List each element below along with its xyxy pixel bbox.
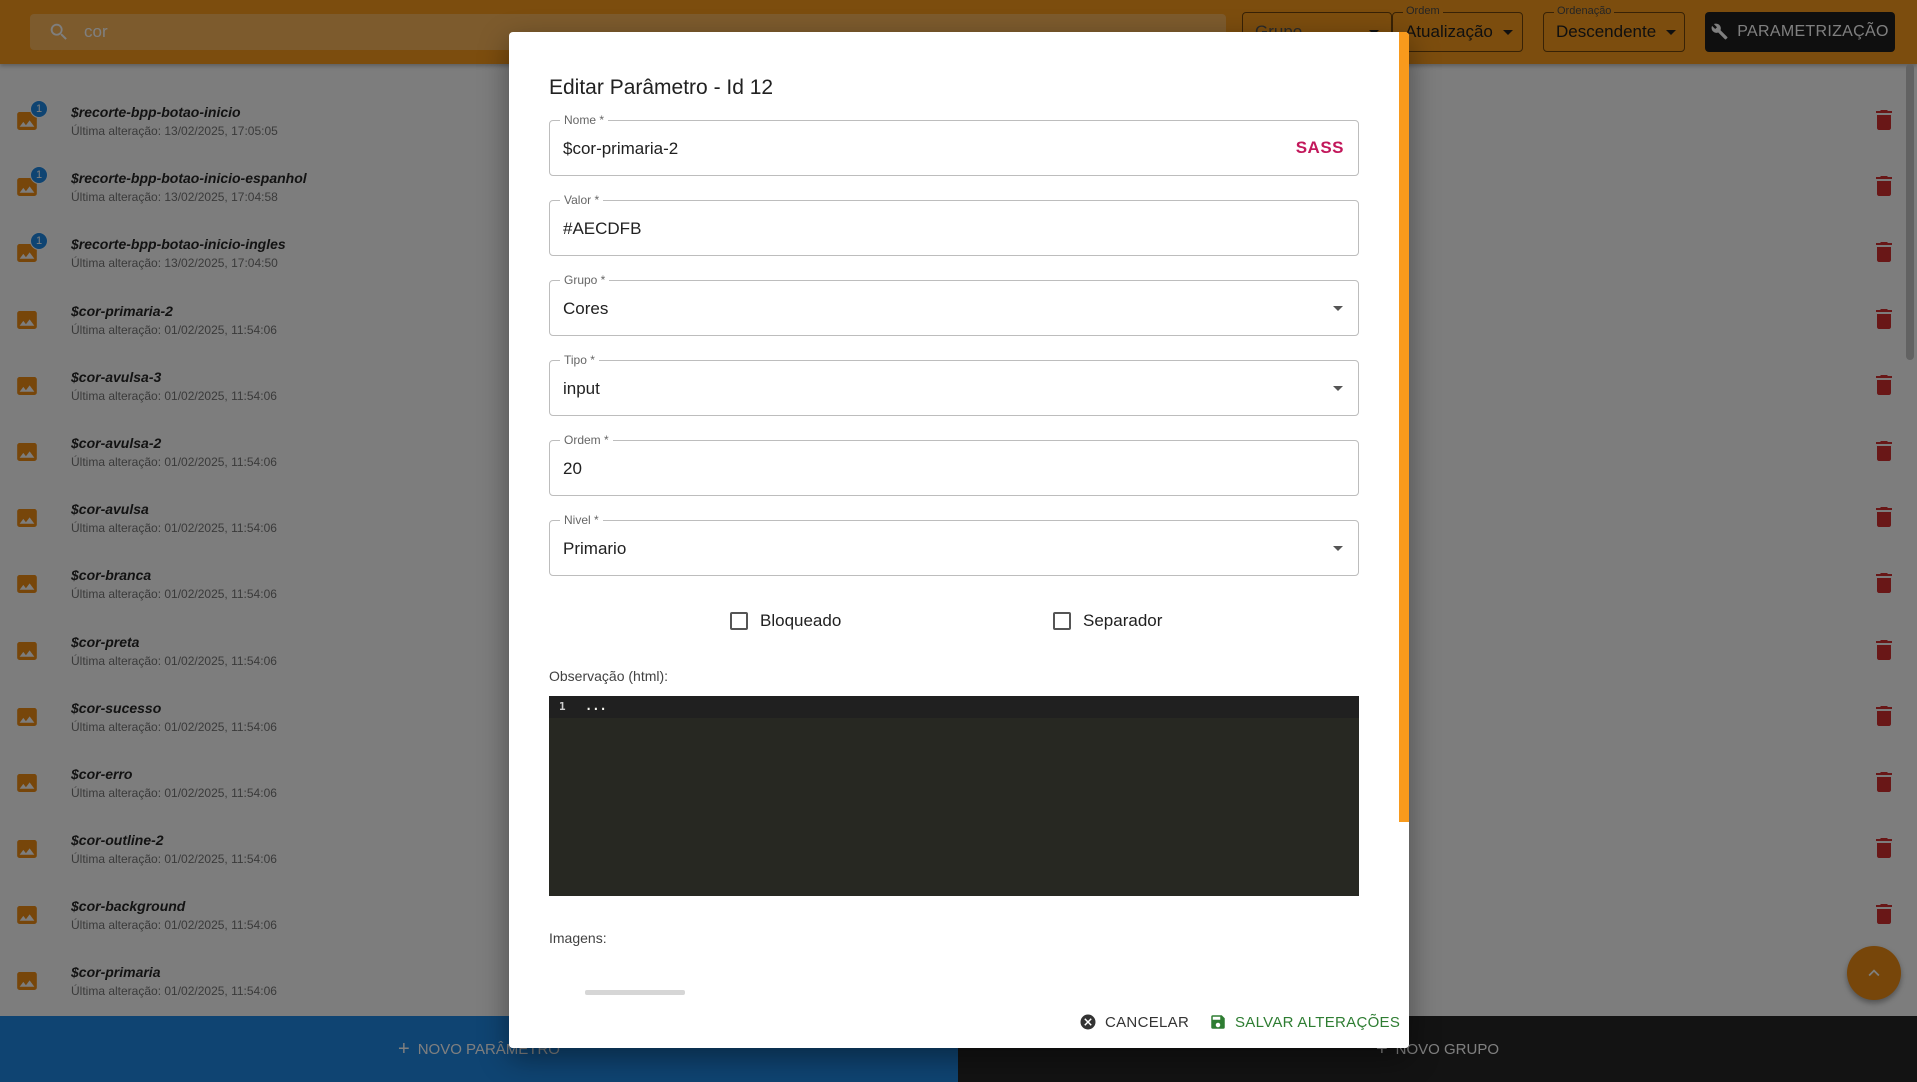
dialog-actions: CANCELAR SALVAR ALTERAÇÕES [509, 998, 1409, 1048]
bloqueado-checkbox[interactable]: Bloqueado [730, 611, 841, 631]
grupo-select[interactable]: Grupo * Cores [549, 273, 1359, 336]
ordem-field[interactable]: Ordem * 20 [549, 433, 1359, 496]
ordem-label: Ordem * [560, 433, 613, 447]
separador-checkbox[interactable]: Separador [1053, 611, 1162, 631]
nivel-label: Nivel * [560, 513, 603, 527]
nome-field[interactable]: Nome * $cor-primaria-2 SASS [549, 113, 1359, 176]
nivel-value: Primario [563, 539, 627, 558]
checkbox-box[interactable] [1053, 612, 1071, 630]
sass-badge: SASS [1295, 138, 1344, 157]
ordem-value: 20 [563, 459, 582, 478]
active-line [549, 696, 1359, 718]
checkbox-box[interactable] [730, 612, 748, 630]
valor-label: Valor * [560, 193, 604, 207]
dialog-title: Editar Parâmetro - Id 12 [549, 76, 774, 99]
valor-value: #AECDFB [563, 219, 642, 238]
save-icon [1211, 1015, 1225, 1029]
html-code-editor[interactable]: 1 ... [549, 696, 1359, 896]
tipo-value: input [563, 379, 600, 398]
tipo-select[interactable]: Tipo * input [549, 353, 1359, 416]
cancel-button[interactable]: CANCELAR [1079, 1013, 1189, 1031]
nome-value: $cor-primaria-2 [563, 139, 679, 158]
nivel-select[interactable]: Nivel * Primario [549, 513, 1359, 576]
chevron-down-icon [1333, 306, 1343, 311]
chevron-down-icon [1333, 386, 1343, 391]
tipo-label: Tipo * [560, 353, 599, 367]
image-upload-area[interactable] [585, 990, 685, 995]
grupo-value: Cores [563, 299, 609, 318]
bloqueado-label: Bloqueado [760, 611, 842, 630]
edit-parameter-dialog: Editar Parâmetro - Id 12 Nome * $cor-pri… [509, 32, 1409, 1048]
dialog-scrollbar[interactable] [1399, 32, 1409, 822]
imagens-label: Imagens: [549, 930, 607, 946]
cancel-label: CANCELAR [1105, 1013, 1190, 1031]
save-label: SALVAR ALTERAÇÕES [1235, 1013, 1401, 1031]
valor-field[interactable]: Valor * #AECDFB [549, 193, 1359, 256]
chevron-down-icon [1333, 546, 1343, 551]
code-line: ... [585, 699, 607, 713]
close-circle-icon [1080, 1014, 1096, 1030]
nome-label: Nome * [560, 113, 609, 127]
save-button[interactable]: SALVAR ALTERAÇÕES [1209, 1013, 1400, 1031]
grupo-label: Grupo * [560, 273, 610, 287]
observacao-label: Observação (html): [549, 668, 669, 684]
separador-label: Separador [1083, 611, 1163, 630]
line-number: 1 [559, 700, 566, 713]
